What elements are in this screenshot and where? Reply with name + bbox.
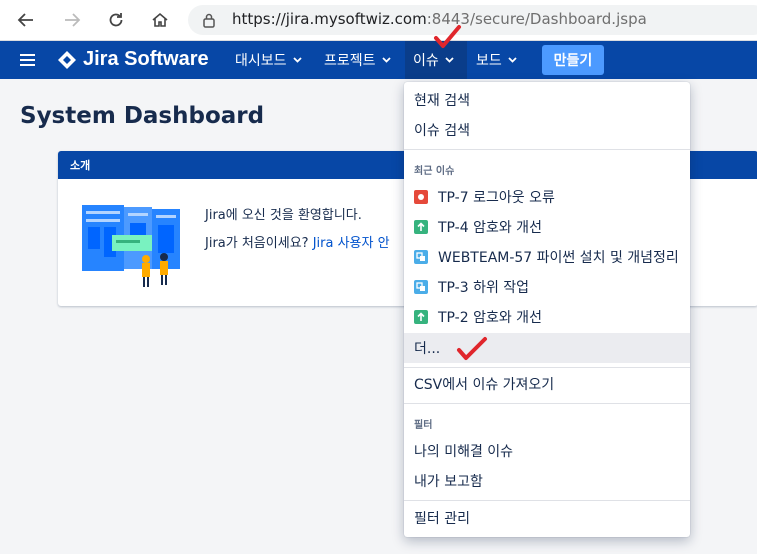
recent-issue-item[interactable]: TP-4 암호와 개선: [404, 212, 690, 242]
welcome-text: Jira에 오신 것을 환영합니다.: [205, 208, 362, 223]
reported-by-me-item[interactable]: 내가 보고함: [404, 466, 690, 496]
lock-icon[interactable]: [202, 12, 216, 32]
recent-issue-item[interactable]: TP-7 로그아웃 오류: [404, 182, 690, 212]
menu-boards[interactable]: 보드: [468, 41, 525, 79]
bug-icon: [414, 190, 428, 204]
menu-issues-label: 이슈: [413, 53, 439, 69]
recent-issue-label: TP-2 암호와 개선: [438, 310, 542, 326]
subtask-icon: [414, 250, 428, 264]
my-open-issues-item[interactable]: 나의 미해결 이슈: [404, 436, 690, 466]
home-icon[interactable]: [148, 8, 172, 32]
address-bar[interactable]: https://jira.mysoftwiz.com:8443/secure/D…: [188, 5, 757, 35]
chevron-down-icon: [292, 57, 302, 63]
jira-top-nav: Jira Software 대시보드 프로젝트 이슈 보드: [0, 41, 757, 79]
recent-issues-heading: 최근 이슈: [414, 166, 455, 177]
hamburger-menu-icon[interactable]: [20, 52, 36, 71]
browser-toolbar: https://jira.mysoftwiz.com:8443/secure/D…: [0, 0, 757, 41]
issues-dropdown-menu: 현재 검색 이슈 검색 최근 이슈 TP-7 로그아웃 오류 TP-4 암호와 …: [404, 82, 690, 537]
url-host: https://jira.mysoftwiz.com: [232, 10, 427, 28]
first-time-line: Jira가 처음이세요? Jira 사용자 안: [205, 232, 390, 251]
recent-issue-label: TP-4 암호와 개선: [438, 220, 542, 236]
menu-projects-label: 프로젝트: [324, 53, 376, 69]
create-button[interactable]: 만들기: [542, 45, 604, 75]
recent-issue-item[interactable]: TP-2 암호와 개선: [404, 302, 690, 332]
issue-search-item[interactable]: 이슈 검색: [404, 115, 690, 145]
checkmark-annotation-icon: [434, 25, 461, 48]
divider: [404, 149, 690, 150]
recent-issue-label: TP-7 로그아웃 오류: [438, 190, 555, 206]
forward-arrow-icon[interactable]: [60, 8, 84, 32]
recent-issue-label: TP-3 하위 작업: [438, 280, 530, 296]
improvement-arrow-icon: [414, 310, 428, 324]
recent-issue-item[interactable]: TP-3 하위 작업: [404, 272, 690, 302]
checkmark-annotation-icon: [457, 337, 487, 360]
divider: [404, 367, 690, 368]
first-time-text: Jira가 처음이세요?: [205, 236, 309, 251]
chevron-down-icon: [445, 57, 454, 63]
current-search-item[interactable]: 현재 검색: [404, 85, 690, 115]
manage-filters-item[interactable]: 필터 관리: [404, 503, 690, 533]
subtask-icon: [414, 280, 428, 294]
csv-import-item[interactable]: CSV에서 이슈 가져오기: [404, 369, 690, 399]
reload-icon[interactable]: [104, 8, 128, 32]
divider: [404, 403, 690, 404]
recent-issue-label: WEBTEAM-57 파이썬 설치 및 개념정리: [438, 250, 679, 266]
jira-diamond-icon: [58, 50, 76, 69]
page-title: System Dashboard: [20, 103, 265, 129]
jira-logo[interactable]: Jira Software: [57, 48, 209, 71]
divider: [404, 500, 690, 501]
logo-text: Jira Software: [83, 48, 209, 70]
menu-dashboards[interactable]: 대시보드: [227, 41, 310, 79]
menu-projects[interactable]: 프로젝트: [316, 41, 399, 79]
chevron-down-icon: [381, 57, 391, 63]
menu-dashboards-label: 대시보드: [235, 53, 287, 69]
menu-boards-label: 보드: [476, 53, 502, 69]
back-arrow-icon[interactable]: [14, 8, 38, 32]
more-issues-item[interactable]: 더...: [404, 333, 690, 363]
welcome-illustration: [82, 205, 180, 287]
recent-issue-item[interactable]: WEBTEAM-57 파이썬 설치 및 개념정리: [404, 242, 690, 272]
user-guide-link[interactable]: Jira 사용자 안: [313, 236, 390, 251]
chevron-down-icon: [508, 57, 517, 63]
filters-heading: 필터: [414, 420, 433, 431]
improvement-arrow-icon: [414, 220, 428, 234]
